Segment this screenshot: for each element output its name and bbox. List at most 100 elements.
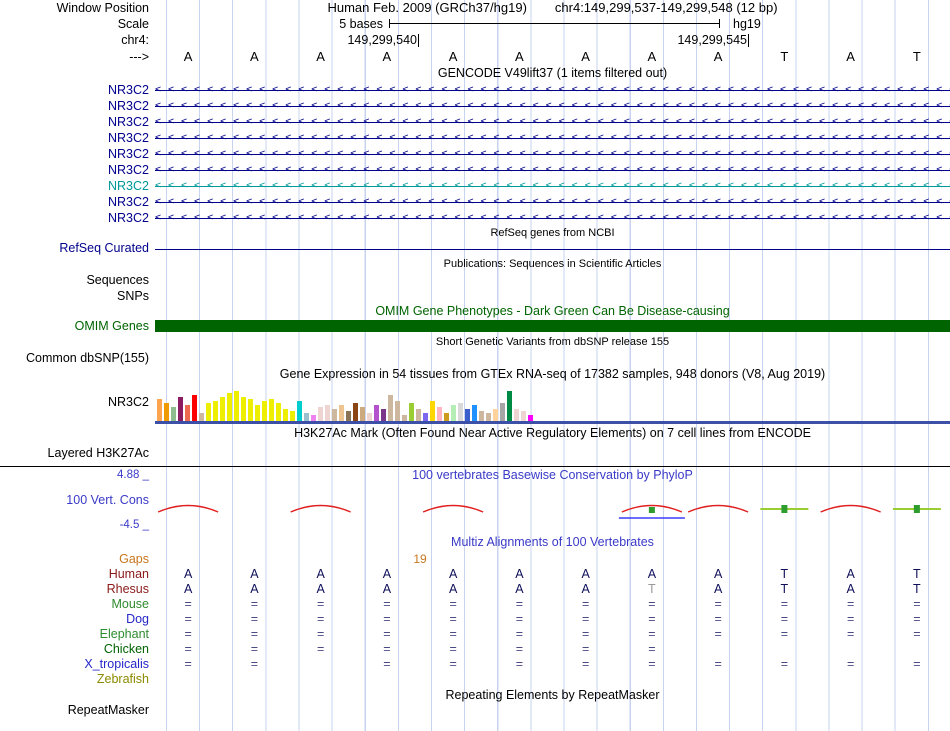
gtex-tissue-bar [486, 413, 491, 421]
gencode-transcript-row[interactable]: NR3C2 <<<<<<<<<<<<<<<<<<<<<<<<<<<<<<<<<<<… [0, 178, 950, 194]
snps-track-content [155, 288, 950, 304]
refseq-track-title[interactable]: RefSeq genes from NCBI [155, 226, 950, 241]
transcript-arrow-line[interactable]: <<<<<<<<<<<<<<<<<<<<<<<<<<<<<<<<<<<<<<<<… [155, 82, 950, 98]
species-label[interactable]: Rhesus [0, 582, 155, 597]
assembly-name: Human Feb. 2009 (GRCh37/hg19) [327, 0, 527, 15]
species-label[interactable]: X_tropicalis [0, 657, 155, 672]
base-cell [751, 642, 817, 657]
species-label[interactable]: Chicken [0, 642, 155, 657]
conservation-track-title[interactable]: 100 vertebrates Basewise Conservation by… [155, 467, 950, 484]
gencode-transcript-row[interactable]: NR3C2 <<<<<<<<<<<<<<<<<<<<<<<<<<<<<<<<<<<… [0, 130, 950, 146]
publications-track-title[interactable]: Publications: Sequences in Scientific Ar… [155, 256, 950, 272]
coordinate-ruler-row[interactable]: chr4: 149,299,540 149,299,545 [0, 32, 950, 49]
track-label-gtex-gene[interactable]: NR3C2 [0, 383, 155, 421]
gaps-row: Gaps 19 [0, 552, 950, 567]
multiz-track-title[interactable]: Multiz Alignments of 100 Vertebrates [155, 533, 950, 552]
base-cell: = [780, 657, 789, 671]
alignment-row-chicken[interactable]: Chicken = = = = = = = = [0, 642, 950, 657]
gtex-tissue-bar [255, 405, 260, 421]
track-label-repeatmasker[interactable]: RepeatMasker [0, 703, 155, 718]
gencode-gene-label[interactable]: NR3C2 [0, 178, 155, 194]
transcript-arrow-line[interactable]: <<<<<<<<<<<<<<<<<<<<<<<<<<<<<<<<<<<<<<<<… [155, 194, 950, 210]
alignment-row-zebrafish[interactable]: Zebrafish [0, 672, 950, 687]
track-label-refseq-curated[interactable]: RefSeq Curated [0, 241, 155, 256]
coordinate-tick: 149,299,540 [155, 34, 419, 47]
h3k27ac-track-title[interactable]: H3K27Ac Mark (Often Found Near Active Re… [155, 425, 950, 442]
refseq-gene-dense-item[interactable] [155, 249, 950, 250]
track-label-snps[interactable]: SNPs [0, 288, 155, 304]
base-cell: = [515, 642, 524, 656]
transcript-arrow-line[interactable]: <<<<<<<<<<<<<<<<<<<<<<<<<<<<<<<<<<<<<<<<… [155, 146, 950, 162]
omim-track-title[interactable]: OMIM Gene Phenotypes - Dark Green Can Be… [155, 304, 950, 319]
h3k27ac-track-row: Layered H3K27Ac [0, 442, 950, 467]
gap-count: 19 [413, 552, 427, 566]
scale-label: Scale [117, 17, 149, 31]
base-cell: = [316, 612, 325, 626]
transcript-arrow-line[interactable]: <<<<<<<<<<<<<<<<<<<<<<<<<<<<<<<<<<<<<<<<… [155, 98, 950, 114]
alignment-row-x_tropicalis[interactable]: X_tropicalis = = = = = = = = = = = [0, 657, 950, 672]
gtex-tissue-bar [318, 407, 323, 421]
gencode-transcript-row[interactable]: NR3C2 <<<<<<<<<<<<<<<<<<<<<<<<<<<<<<<<<<<… [0, 114, 950, 130]
track-label-gaps[interactable]: Gaps [0, 552, 155, 567]
gencode-transcript-row[interactable]: NR3C2 <<<<<<<<<<<<<<<<<<<<<<<<<<<<<<<<<<<… [0, 194, 950, 210]
track-label-common-dbsnp[interactable]: Common dbSNP(155) [0, 350, 155, 366]
dbsnp-track-title[interactable]: Short Genetic Variants from dbSNP releas… [155, 334, 950, 350]
window-position-label: Window Position [56, 1, 149, 15]
dna-sequence-row[interactable]: ---> A A A A A A A A A T A T [0, 49, 950, 65]
gtex-tissue-bar [213, 401, 218, 421]
conservation-wiggle-plot[interactable] [155, 484, 950, 532]
base-cell [486, 672, 552, 687]
gtex-tissue-bar [192, 395, 197, 421]
gencode-gene-label[interactable]: NR3C2 [0, 162, 155, 178]
base-cell: = [250, 642, 259, 656]
gencode-gene-label[interactable]: NR3C2 [0, 210, 155, 226]
alignment-row-dog[interactable]: Dog = = = = = = = = = = = = [0, 612, 950, 627]
gencode-gene-label[interactable]: NR3C2 [0, 82, 155, 98]
transcript-arrow-line[interactable]: <<<<<<<<<<<<<<<<<<<<<<<<<<<<<<<<<<<<<<<<… [155, 178, 950, 194]
gencode-gene-label[interactable]: NR3C2 [0, 146, 155, 162]
species-label[interactable]: Mouse [0, 597, 155, 612]
track-label-layered-h3k27ac[interactable]: Layered H3K27Ac [0, 442, 155, 466]
track-label-100-vert-cons[interactable]: 100 Vert. Cons [0, 493, 149, 507]
gtex-tissue-bar [339, 405, 344, 421]
omim-gene-item[interactable] [155, 320, 950, 332]
base-cell: A [183, 49, 193, 64]
gtex-gene-model-line[interactable] [155, 421, 950, 424]
species-label[interactable]: Dog [0, 612, 155, 627]
gencode-gene-label[interactable]: NR3C2 [0, 98, 155, 114]
gencode-gene-label[interactable]: NR3C2 [0, 130, 155, 146]
transcript-arrow-line[interactable]: <<<<<<<<<<<<<<<<<<<<<<<<<<<<<<<<<<<<<<<<… [155, 114, 950, 130]
base-cell: = [913, 657, 921, 671]
transcript-arrow-line[interactable]: <<<<<<<<<<<<<<<<<<<<<<<<<<<<<<<<<<<<<<<<… [155, 130, 950, 146]
species-label[interactable]: Zebrafish [0, 672, 155, 687]
transcript-arrow-line[interactable]: <<<<<<<<<<<<<<<<<<<<<<<<<<<<<<<<<<<<<<<<… [155, 210, 950, 226]
species-label[interactable]: Human [0, 567, 155, 582]
alignment-row-rhesus[interactable]: Rhesus A A A A A A A T A T A T [0, 582, 950, 597]
gencode-transcript-row[interactable]: NR3C2 <<<<<<<<<<<<<<<<<<<<<<<<<<<<<<<<<<<… [0, 146, 950, 162]
base-cell: = [250, 657, 259, 671]
gtex-expression-barchart[interactable] [157, 387, 533, 421]
species-label[interactable]: Elephant [0, 627, 155, 642]
track-label-sequences[interactable]: Sequences [0, 272, 155, 288]
repeatmasker-track-title[interactable]: Repeating Elements by RepeatMasker [155, 687, 950, 703]
base-cell: = [714, 657, 722, 671]
gencode-transcript-row[interactable]: NR3C2 <<<<<<<<<<<<<<<<<<<<<<<<<<<<<<<<<<<… [0, 210, 950, 226]
omim-track-row[interactable]: OMIM Genes [0, 319, 950, 334]
alignment-row-elephant[interactable]: Elephant = = = = = = = = = = = = [0, 627, 950, 642]
track-label-omim-genes[interactable]: OMIM Genes [0, 319, 155, 334]
gencode-transcript-row[interactable]: NR3C2 <<<<<<<<<<<<<<<<<<<<<<<<<<<<<<<<<<<… [0, 82, 950, 98]
alignment-row-mouse[interactable]: Mouse = = = = = = = = = = = = [0, 597, 950, 612]
gtex-tissue-bar [374, 405, 379, 421]
refseq-track-row[interactable]: RefSeq Curated [0, 241, 950, 256]
gtex-track-title[interactable]: Gene Expression in 54 tissues from GTEx … [155, 366, 950, 383]
gencode-transcript-row[interactable]: NR3C2 <<<<<<<<<<<<<<<<<<<<<<<<<<<<<<<<<<<… [0, 98, 950, 114]
gencode-track-title[interactable]: GENCODE V49lift37 (1 items filtered out) [155, 65, 950, 82]
gtex-tissue-bar [381, 409, 386, 421]
gencode-gene-label[interactable]: NR3C2 [0, 194, 155, 210]
gtex-tissue-bar [241, 397, 246, 421]
gencode-gene-label[interactable]: NR3C2 [0, 114, 155, 130]
gencode-transcript-row[interactable]: NR3C2 <<<<<<<<<<<<<<<<<<<<<<<<<<<<<<<<<<<… [0, 162, 950, 178]
base-cell: A [316, 582, 325, 596]
transcript-arrow-line[interactable]: <<<<<<<<<<<<<<<<<<<<<<<<<<<<<<<<<<<<<<<<… [155, 162, 950, 178]
alignment-row-human[interactable]: Human A A A A A A A A A T A T [0, 567, 950, 582]
